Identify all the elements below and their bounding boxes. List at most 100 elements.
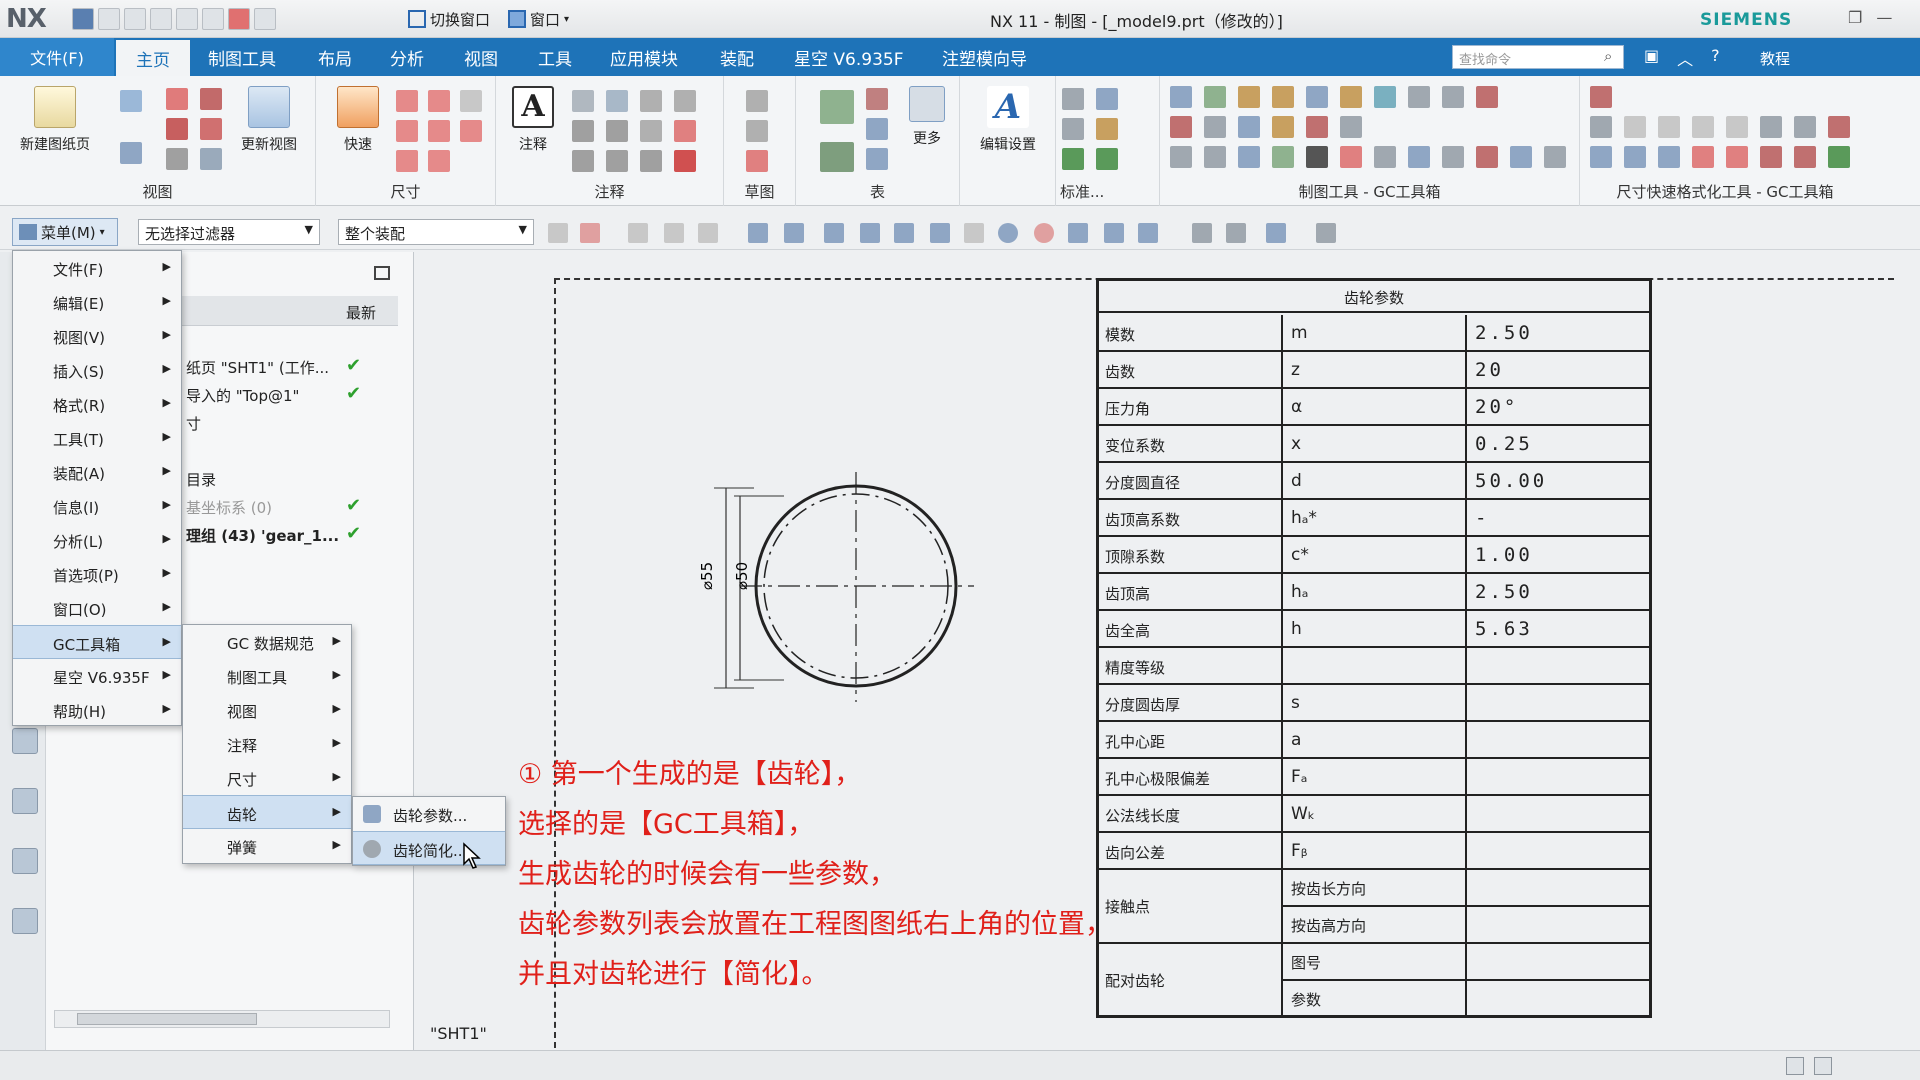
- arc-length-icon[interactable]: [460, 120, 482, 142]
- status-icon-1[interactable]: [1786, 1057, 1804, 1075]
- ordinate-dimension-icon[interactable]: [396, 150, 418, 172]
- dim-format-icon-9[interactable]: [1828, 116, 1850, 138]
- menu-item-gc-data-standard[interactable]: GC 数据规范 ▶: [183, 625, 351, 659]
- table-row[interactable]: 压力角 α 20°: [1099, 389, 1649, 426]
- gc-tool-icon-1[interactable]: [1170, 86, 1192, 108]
- tab-file[interactable]: 文件(F): [0, 38, 114, 76]
- tab-application[interactable]: 应用模块: [610, 38, 678, 76]
- table-row[interactable]: 孔中心极限偏差 Fₐ: [1099, 759, 1649, 796]
- table-row[interactable]: 齿顶高系数 hₐ* -: [1099, 500, 1649, 537]
- snap-intersection-icon[interactable]: [894, 223, 914, 243]
- menu-item-gc-dimension[interactable]: 尺寸 ▶: [183, 761, 351, 795]
- center-mark-icon[interactable]: [640, 90, 662, 112]
- gc-tool-icon-19[interactable]: [1238, 146, 1260, 168]
- menu-item-insert[interactable]: 插入(S) ▶: [13, 353, 181, 387]
- gc-tool-icon-6[interactable]: [1340, 86, 1362, 108]
- menu-item-gc-spring[interactable]: 弹簧 ▶: [183, 829, 351, 863]
- view-zoom-icon[interactable]: [1226, 223, 1246, 243]
- more-button[interactable]: 更多: [900, 86, 954, 148]
- dim-format-icon-17[interactable]: [1828, 146, 1850, 168]
- window-menu-button[interactable]: 窗口 ▾: [508, 6, 569, 32]
- dim-format-icon-13[interactable]: [1692, 146, 1714, 168]
- gc-tool-icon-26[interactable]: [1476, 146, 1498, 168]
- scrollbar-thumb[interactable]: [77, 1013, 257, 1025]
- command-search-input[interactable]: 查找命令: [1452, 45, 1624, 69]
- balloon-icon[interactable]: [866, 88, 888, 110]
- thickness-dimension-icon[interactable]: [428, 120, 450, 142]
- crosshatch-icon[interactable]: [674, 120, 696, 142]
- drafting-display-icon[interactable]: [1316, 223, 1336, 243]
- standard-tool-icon-4[interactable]: [1096, 118, 1118, 140]
- cut-icon[interactable]: [150, 8, 172, 30]
- table-row[interactable]: 变位系数 x 0.25: [1099, 426, 1649, 463]
- dim-format-icon-7[interactable]: [1760, 116, 1782, 138]
- standard-tool-icon-5[interactable]: [1062, 148, 1084, 170]
- tab-tools[interactable]: 工具: [538, 38, 572, 76]
- quick-dimension-button[interactable]: 快速: [328, 86, 388, 154]
- dim-format-icon-10[interactable]: [1590, 146, 1612, 168]
- menu-item-gear-simplify[interactable]: 齿轮简化...: [353, 831, 505, 865]
- weld-symbol-icon[interactable]: [640, 120, 662, 142]
- table-row[interactable]: 齿全高 h 5.63: [1099, 611, 1649, 648]
- undo-icon[interactable]: [98, 8, 120, 30]
- tab-view[interactable]: 视图: [464, 38, 498, 76]
- table-row[interactable]: 参数: [1283, 981, 1649, 1018]
- table-row[interactable]: 公法线长度 Wₖ: [1099, 796, 1649, 833]
- table-note-icon[interactable]: [866, 118, 888, 140]
- standard-tool-icon-6[interactable]: [1096, 148, 1118, 170]
- magnify-icon[interactable]: [572, 150, 594, 172]
- tab-drafting-tools[interactable]: 制图工具: [208, 38, 276, 76]
- broken-out-icon[interactable]: [166, 148, 188, 170]
- touch-mode-icon[interactable]: [254, 8, 276, 30]
- linear-dimension-icon[interactable]: [396, 90, 418, 112]
- surface-finish-icon[interactable]: [606, 120, 628, 142]
- gc-tool-icon-22[interactable]: [1340, 146, 1362, 168]
- table-row[interactable]: 顶隙系数 c* 1.00: [1099, 537, 1649, 574]
- menu-item-analysis[interactable]: 分析(L) ▶: [13, 523, 181, 557]
- table-row[interactable]: 齿向公差 Fᵦ: [1099, 833, 1649, 870]
- process-studio-icon[interactable]: [12, 788, 38, 814]
- gear-drawing-view[interactable]: ⌀55 ⌀50: [684, 472, 1004, 712]
- deselect-icon[interactable]: [628, 223, 648, 243]
- menu-item-window[interactable]: 窗口(O) ▶: [13, 591, 181, 625]
- angular-dimension-icon[interactable]: [460, 90, 482, 112]
- menu-item-gc-gear[interactable]: 齿轮 ▶: [183, 795, 351, 829]
- gc-tool-icon-24[interactable]: [1408, 146, 1430, 168]
- dim-format-icon-1[interactable]: [1590, 86, 1612, 108]
- screen-icon[interactable]: ▣: [1644, 46, 1659, 70]
- snap-point-icon[interactable]: [748, 223, 768, 243]
- switch-window-button[interactable]: 切换窗口: [408, 6, 490, 32]
- table-row[interactable]: 按齿高方向: [1283, 907, 1649, 944]
- dim-format-icon-4[interactable]: [1658, 116, 1680, 138]
- gc-tool-icon-12[interactable]: [1204, 116, 1226, 138]
- feature-control-frame-icon[interactable]: [572, 90, 594, 112]
- menu-item-help[interactable]: 帮助(H) ▶: [13, 693, 181, 727]
- gc-tool-icon-23[interactable]: [1374, 146, 1396, 168]
- dim-format-icon-6[interactable]: [1726, 116, 1748, 138]
- target-point-icon[interactable]: [674, 90, 696, 112]
- tab-layout[interactable]: 布局: [318, 38, 352, 76]
- restore-icon[interactable]: ❐: [1848, 8, 1862, 27]
- dim-format-icon-5[interactable]: [1692, 116, 1714, 138]
- gc-tool-icon-28[interactable]: [1544, 146, 1566, 168]
- menu-item-xingkong[interactable]: 星空 V6.935F ▶: [13, 659, 181, 693]
- detail-view-icon[interactable]: [166, 118, 188, 140]
- menu-item-edit[interactable]: 编辑(E) ▶: [13, 285, 181, 319]
- gc-tool-icon-16[interactable]: [1340, 116, 1362, 138]
- view-fit-icon[interactable]: [1192, 223, 1212, 243]
- symbol-icon[interactable]: [640, 150, 662, 172]
- menu-item-gc-annotation[interactable]: 注释 ▶: [183, 727, 351, 761]
- table-row[interactable]: 按齿长方向: [1283, 870, 1649, 907]
- tab-home[interactable]: 主页: [116, 38, 190, 76]
- tutorial-label[interactable]: 教程: [1760, 48, 1790, 69]
- view-boundary-icon[interactable]: [200, 148, 222, 170]
- datum-target-icon[interactable]: [572, 120, 594, 142]
- base-view-icon[interactable]: [120, 90, 142, 112]
- help-icon[interactable]: ?: [1711, 46, 1720, 70]
- standard-tool-icon-3[interactable]: [1062, 118, 1084, 140]
- history-icon[interactable]: [12, 728, 38, 754]
- snap-on-surface-icon[interactable]: [1138, 223, 1158, 243]
- chamfer-dimension-icon[interactable]: [396, 120, 418, 142]
- snap-midpoint-icon[interactable]: [824, 223, 844, 243]
- snap-quadrant-icon[interactable]: [1034, 223, 1054, 243]
